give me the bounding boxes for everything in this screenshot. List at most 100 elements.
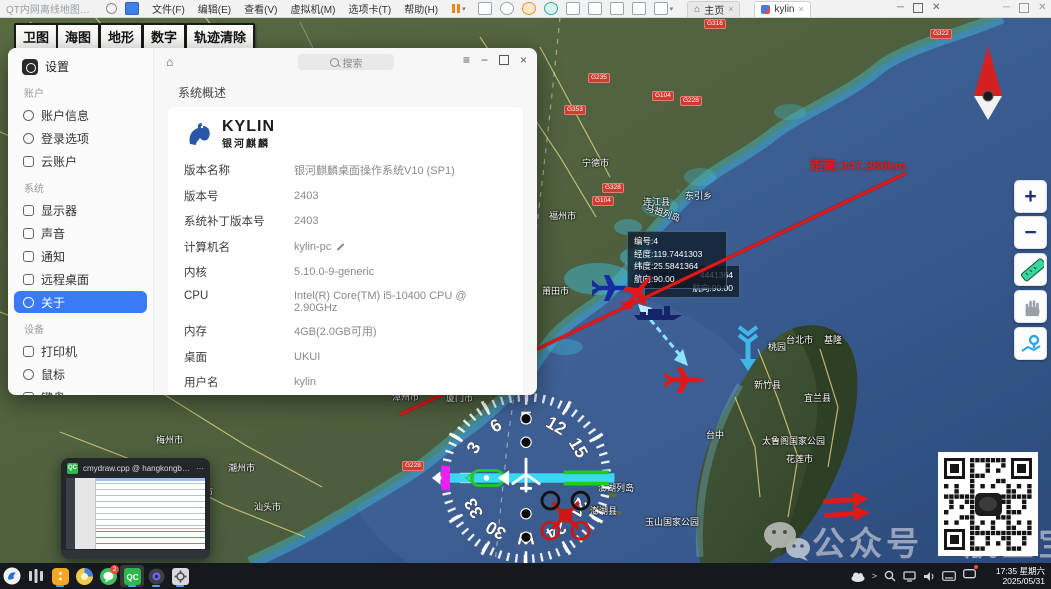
menu-tabs[interactable]: 选项卡(T) bbox=[348, 1, 391, 16]
desktop-screen: 宁德市 福州市 连江县 东引乡 马祖列岛 莆田市 漳州市 厦门市 梅州市 揭阳市… bbox=[0, 0, 1051, 589]
map-label-city: 梅州市 bbox=[156, 435, 184, 445]
map-label-city: 太鲁阁国家公园 bbox=[762, 436, 826, 446]
zoom-out-button[interactable]: − bbox=[1014, 216, 1047, 249]
layer-button-satellite[interactable]: 卫图 bbox=[14, 23, 59, 50]
network-icon[interactable] bbox=[903, 570, 916, 582]
warship-marker[interactable] bbox=[632, 303, 684, 323]
cloud-icon[interactable] bbox=[850, 571, 865, 582]
maximize-icon[interactable] bbox=[1019, 2, 1030, 13]
tab-home[interactable]: ⌂ 主页 × bbox=[687, 0, 741, 17]
close-tab-icon[interactable]: × bbox=[799, 4, 804, 14]
blue-uav-marker[interactable] bbox=[736, 325, 760, 373]
close-tab-icon[interactable]: × bbox=[728, 4, 733, 14]
volume-icon[interactable] bbox=[923, 571, 935, 582]
maximize-icon[interactable] bbox=[498, 55, 509, 65]
menu-view[interactable]: 查看(V) bbox=[244, 1, 277, 16]
show-library-icon[interactable] bbox=[565, 2, 580, 15]
menu-icon[interactable]: ≡ bbox=[463, 53, 470, 67]
sidebar-item-login-options[interactable]: 登录选项 bbox=[14, 127, 147, 149]
close-icon[interactable]: ✕ bbox=[932, 2, 940, 13]
layer-button-seachart[interactable]: 海图 bbox=[56, 23, 101, 50]
more-icon[interactable]: ··· bbox=[196, 464, 204, 473]
sidebar-item-printer[interactable]: 打印机 bbox=[14, 340, 147, 362]
sidebar-item-cloud-account[interactable]: 云账户 bbox=[14, 150, 147, 172]
multitask-view-button[interactable] bbox=[24, 565, 48, 587]
measure-ruler-button[interactable] bbox=[1014, 253, 1047, 286]
road-badge: G322 bbox=[930, 29, 952, 39]
minimize-icon[interactable]: ─ bbox=[1003, 2, 1010, 13]
fullscreen-icon[interactable] bbox=[653, 2, 668, 15]
hand-icon bbox=[1025, 299, 1039, 316]
taskbar-app-notes[interactable] bbox=[48, 565, 72, 587]
sidebar-item-sound[interactable]: 声音 bbox=[14, 222, 147, 244]
vm-app-icon bbox=[125, 2, 139, 15]
red-aircraft-marker-2[interactable] bbox=[661, 363, 709, 397]
locate-button[interactable] bbox=[1014, 327, 1047, 360]
sidebar-item-about[interactable]: 关于 bbox=[14, 291, 147, 313]
search-input[interactable]: 搜索 bbox=[298, 54, 394, 70]
road-badge: G235 bbox=[588, 73, 610, 83]
edit-pencil-icon[interactable] bbox=[336, 242, 345, 251]
snapshot-revert-icon[interactable] bbox=[521, 2, 536, 15]
minimize-icon[interactable]: − bbox=[481, 53, 488, 67]
home-icon[interactable]: ⌂ bbox=[166, 55, 173, 69]
layer-button-terrain[interactable]: 地形 bbox=[99, 23, 144, 50]
settings-app-header: 设置 bbox=[22, 58, 153, 75]
menu-edit[interactable]: 编辑(E) bbox=[198, 1, 231, 16]
taskbar-app-settings[interactable] bbox=[168, 565, 192, 587]
road-badge: G316 bbox=[704, 19, 726, 29]
sidebar-item-keyboard[interactable]: 键盘 bbox=[14, 386, 147, 395]
show-thumbnail-icon[interactable] bbox=[587, 2, 602, 15]
clear-track-button[interactable]: 轨迹清除 bbox=[185, 23, 256, 50]
close-icon[interactable]: ✕ bbox=[1038, 2, 1046, 13]
clock[interactable]: 17:35 星期六 2025/05/31 bbox=[983, 566, 1045, 586]
sidebar-item-mouse[interactable]: 鼠标 bbox=[14, 363, 147, 385]
taskbar-app-qtcreator[interactable]: QC bbox=[120, 565, 144, 587]
sidebar-item-remote-desktop[interactable]: 远程桌面 bbox=[14, 268, 147, 290]
taskbar-app-messages[interactable]: 2 bbox=[96, 565, 120, 587]
notification-dot bbox=[974, 565, 978, 569]
sidebar-item-display[interactable]: 显示器 bbox=[14, 199, 147, 221]
menu-vm[interactable]: 虚拟机(M) bbox=[290, 1, 335, 16]
layer-button-digital[interactable]: 数字 bbox=[142, 23, 187, 50]
tray-expand-icon[interactable]: > bbox=[872, 571, 877, 581]
pin-icon[interactable] bbox=[106, 3, 117, 14]
console-icon[interactable] bbox=[631, 2, 646, 15]
qtcreator-preview-window[interactable]: QC cmydraw.cpp @ hangkongbaoMap ··· bbox=[61, 458, 210, 559]
tab-kylin-vm[interactable]: kylin × bbox=[754, 0, 811, 17]
unity-mode-icon[interactable] bbox=[609, 2, 624, 15]
zoom-in-button[interactable]: + bbox=[1014, 180, 1047, 213]
pan-hand-button[interactable] bbox=[1014, 290, 1047, 323]
svg-text:15: 15 bbox=[565, 434, 592, 461]
taskbar-app-browser[interactable] bbox=[72, 565, 96, 587]
map-label-city: 宁德市 bbox=[582, 158, 610, 168]
message-center-icon[interactable] bbox=[963, 569, 976, 580]
map-label-city: 基隆 bbox=[824, 335, 843, 345]
search-icon[interactable] bbox=[884, 570, 896, 582]
close-icon[interactable]: × bbox=[520, 53, 527, 67]
map-label-city: 福州市 bbox=[549, 211, 577, 221]
minimize-icon[interactable]: ─ bbox=[897, 2, 904, 13]
remote-screen-icon bbox=[23, 273, 34, 285]
mouse-icon bbox=[23, 368, 34, 380]
taskbar-app-camera[interactable] bbox=[144, 565, 168, 587]
keyboard-icon[interactable] bbox=[942, 571, 956, 581]
send-ctrl-alt-del-icon[interactable] bbox=[477, 2, 492, 15]
snapshot-manager-icon[interactable] bbox=[543, 2, 558, 15]
vm-os-icon bbox=[761, 4, 771, 14]
map-label-city: 桃园 bbox=[768, 342, 787, 352]
road-badge: G104 bbox=[652, 91, 674, 101]
sidebar-item-notifications[interactable]: 通知 bbox=[14, 245, 147, 267]
menu-file[interactable]: 文件(F) bbox=[152, 1, 185, 16]
start-menu-button[interactable] bbox=[0, 565, 24, 587]
notes-app-icon bbox=[51, 567, 69, 585]
sidebar-section-devices: 设备 bbox=[24, 325, 44, 336]
map-label-city: 台北市 bbox=[786, 335, 814, 345]
menu-help[interactable]: 帮助(H) bbox=[404, 1, 438, 16]
sidebar-item-account-info[interactable]: 账户信息 bbox=[14, 104, 147, 126]
speaker-icon bbox=[23, 227, 34, 239]
kylin-beast-icon bbox=[189, 122, 210, 145]
pause-vm-button[interactable] bbox=[452, 4, 461, 13]
snapshot-take-icon[interactable] bbox=[499, 2, 514, 15]
restore-icon[interactable] bbox=[913, 2, 924, 13]
